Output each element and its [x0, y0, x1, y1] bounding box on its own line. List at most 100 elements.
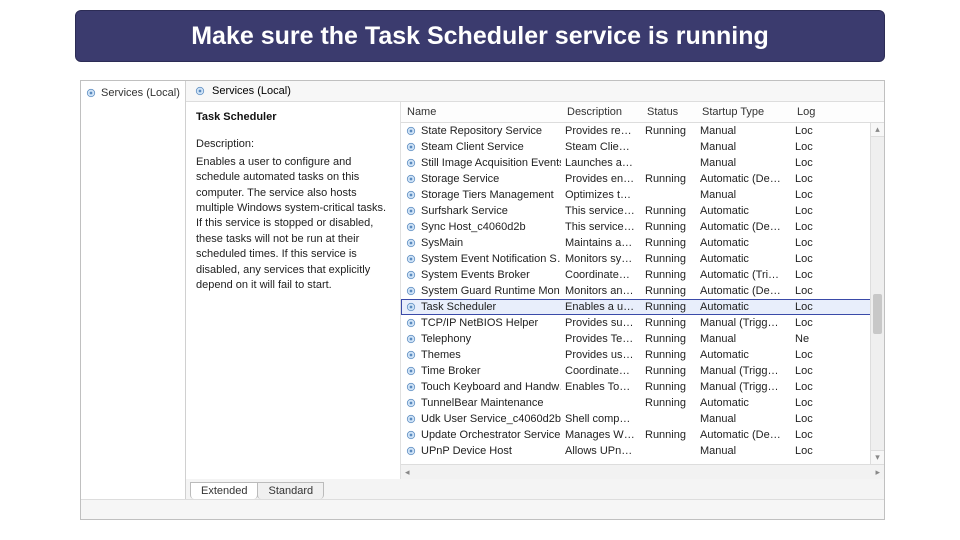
service-startup-cell: Automatic (De…	[696, 173, 791, 185]
gear-icon	[405, 269, 417, 281]
service-name: Telephony	[421, 333, 471, 345]
gear-icon	[405, 397, 417, 409]
services-list: Name Description Status Startup Type Log…	[401, 102, 884, 479]
service-name: Still Image Acquisition Events	[421, 157, 561, 169]
service-row[interactable]: Update Orchestrator ServiceManages Wi…Ru…	[401, 427, 884, 443]
service-row[interactable]: Steam Client ServiceSteam Client…ManualL…	[401, 139, 884, 155]
scroll-track[interactable]	[871, 137, 884, 450]
service-row[interactable]: System Events BrokerCoordinates …Running…	[401, 267, 884, 283]
service-startup-cell: Manual	[696, 141, 791, 153]
service-logon-cell: Loc	[791, 173, 826, 185]
col-name[interactable]: Name	[401, 102, 561, 122]
service-startup-cell: Automatic (Tri…	[696, 269, 791, 281]
service-startup-cell: Manual (Trigg…	[696, 365, 791, 377]
scroll-left-icon[interactable]: ◂	[405, 467, 410, 478]
scroll-down-icon[interactable]: ▾	[871, 450, 884, 464]
service-status-cell: Running	[641, 317, 696, 329]
service-logon-cell: Loc	[791, 285, 826, 297]
service-status-cell: Running	[641, 397, 696, 409]
service-desc-cell: Shell compo…	[561, 413, 641, 425]
service-startup-cell: Manual	[696, 189, 791, 201]
service-row[interactable]: Time BrokerCoordinates …RunningManual (T…	[401, 363, 884, 379]
service-name: Task Scheduler	[421, 301, 496, 313]
service-row[interactable]: ThemesProvides use…RunningAutomaticLoc	[401, 347, 884, 363]
service-name: System Events Broker	[421, 269, 530, 281]
service-desc-cell: Optimizes th…	[561, 189, 641, 201]
service-logon-cell: Ne	[791, 333, 826, 345]
service-startup-cell: Automatic	[696, 349, 791, 361]
gear-icon	[405, 141, 417, 153]
service-row[interactable]: Udk User Service_c4060d2bShell compo…Man…	[401, 411, 884, 427]
service-name-cell: Sync Host_c4060d2b	[401, 221, 561, 233]
service-desc-cell: This service …	[561, 221, 641, 233]
service-name-cell: Steam Client Service	[401, 141, 561, 153]
gear-icon	[405, 365, 417, 377]
service-name: Touch Keyboard and Handw…	[421, 381, 561, 393]
tab-standard[interactable]: Standard	[257, 482, 324, 499]
service-row[interactable]: Sync Host_c4060d2bThis service …RunningA…	[401, 219, 884, 235]
service-status-cell: Running	[641, 301, 696, 313]
service-status-cell: Running	[641, 381, 696, 393]
service-name: Themes	[421, 349, 461, 361]
service-name-cell: Time Broker	[401, 365, 561, 377]
col-status[interactable]: Status	[641, 102, 696, 122]
service-logon-cell: Loc	[791, 429, 826, 441]
service-row[interactable]: Storage Tiers ManagementOptimizes th…Man…	[401, 187, 884, 203]
gear-icon	[405, 221, 417, 233]
selected-service-name: Task Scheduler	[196, 110, 390, 125]
info-column: Task Scheduler Description: Enables a us…	[186, 102, 401, 479]
service-startup-cell: Manual	[696, 413, 791, 425]
service-row[interactable]: TCP/IP NetBIOS HelperProvides sup…Runnin…	[401, 315, 884, 331]
service-name: Update Orchestrator Service	[421, 429, 560, 441]
service-row[interactable]: Still Image Acquisition EventsLaunches a…	[401, 155, 884, 171]
gear-icon	[194, 85, 206, 97]
service-row[interactable]: Storage ServiceProvides ena…RunningAutom…	[401, 171, 884, 187]
service-name-cell: TunnelBear Maintenance	[401, 397, 561, 409]
scroll-right-icon[interactable]: ▸	[875, 467, 880, 478]
service-row[interactable]: System Guard Runtime Mon…Monitors an…Run…	[401, 283, 884, 299]
service-row[interactable]: Touch Keyboard and Handw…Enables Tou…Run…	[401, 379, 884, 395]
service-row[interactable]: Task SchedulerEnables a us…RunningAutoma…	[401, 299, 884, 315]
detail-pane: Services (Local) Task Scheduler Descript…	[186, 81, 884, 499]
gear-icon	[405, 285, 417, 297]
gear-icon	[405, 253, 417, 265]
col-startup-type[interactable]: Startup Type	[696, 102, 791, 122]
service-logon-cell: Loc	[791, 349, 826, 361]
service-desc-cell: Provides sup…	[561, 317, 641, 329]
gear-icon	[405, 125, 417, 137]
service-row[interactable]: TunnelBear MaintenanceRunningAutomaticLo…	[401, 395, 884, 411]
gear-icon	[405, 317, 417, 329]
service-startup-cell: Automatic	[696, 237, 791, 249]
service-row[interactable]: TelephonyProvides Tel…RunningManualNe	[401, 331, 884, 347]
tree-pane[interactable]: Services (Local)	[81, 81, 186, 499]
service-logon-cell: Loc	[791, 317, 826, 329]
service-status-cell: Running	[641, 237, 696, 249]
service-row[interactable]: State Repository ServiceProvides req…Run…	[401, 123, 884, 139]
service-row[interactable]: Surfshark ServiceThis service i…RunningA…	[401, 203, 884, 219]
scroll-thumb[interactable]	[873, 294, 882, 334]
vertical-scrollbar[interactable]: ▴ ▾	[870, 123, 884, 464]
service-name: TunnelBear Maintenance	[421, 397, 544, 409]
service-name-cell: System Guard Runtime Mon…	[401, 285, 561, 297]
service-row[interactable]: System Event Notification S…Monitors sy……	[401, 251, 884, 267]
service-logon-cell: Loc	[791, 413, 826, 425]
service-name-cell: Update Orchestrator Service	[401, 429, 561, 441]
status-bar	[81, 499, 884, 519]
service-startup-cell: Automatic	[696, 301, 791, 313]
service-name-cell: System Event Notification S…	[401, 253, 561, 265]
service-row[interactable]: SysMainMaintains a…RunningAutomaticLoc	[401, 235, 884, 251]
tab-extended[interactable]: Extended	[190, 482, 258, 499]
list-header[interactable]: Name Description Status Startup Type Log	[401, 102, 884, 123]
window-body: Services (Local) Services (Local) Task S…	[81, 81, 884, 499]
service-startup-cell: Automatic	[696, 397, 791, 409]
service-row[interactable]: UPnP Device HostAllows UPnP …ManualLoc	[401, 443, 884, 459]
col-description[interactable]: Description	[561, 102, 641, 122]
tree-item-services-local[interactable]: Services (Local)	[81, 85, 185, 101]
scroll-up-icon[interactable]: ▴	[871, 123, 884, 137]
col-logon[interactable]: Log	[791, 102, 826, 122]
service-name-cell: Still Image Acquisition Events	[401, 157, 561, 169]
service-startup-cell: Manual (Trigg…	[696, 381, 791, 393]
horizontal-scrollbar[interactable]: ◂ ▸	[401, 464, 884, 479]
service-desc-cell: Coordinates …	[561, 365, 641, 377]
service-startup-cell: Manual	[696, 125, 791, 137]
